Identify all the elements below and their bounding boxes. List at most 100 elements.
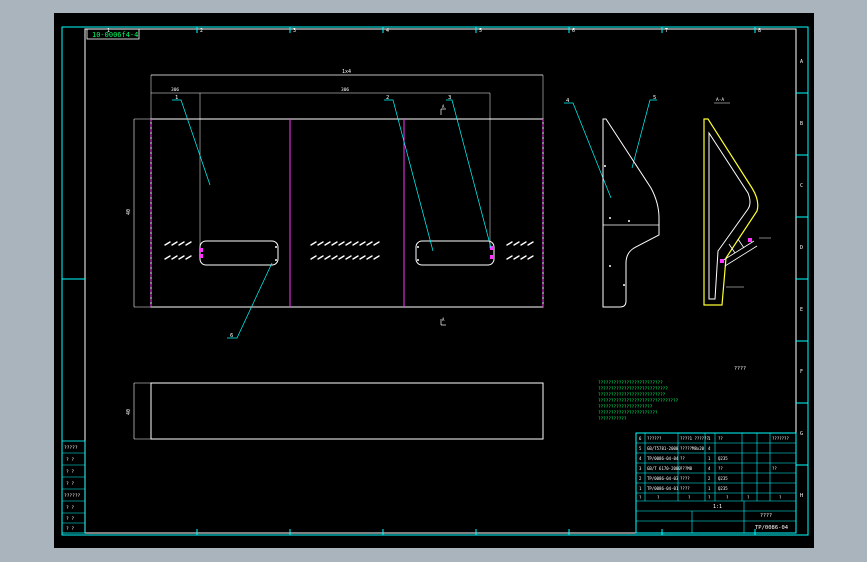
note-line: ????????????????????? [598, 404, 653, 410]
leader-lines [172, 99, 657, 339]
front-view: 1x4 306 306 40 A A [126, 69, 544, 326]
zone-mark: 4 [386, 28, 389, 34]
tb-cell: ?? [718, 436, 723, 441]
balloon: 3 [448, 95, 451, 101]
tb-cell: ?? [680, 456, 685, 461]
title-block: 6 ?????? ????1 ?????? 1 ?? ??????? 5 GB/… [635, 432, 797, 534]
balloon: 2 [386, 95, 389, 101]
dim-height-front: 40 [126, 209, 132, 215]
tb-cell: ????1 ?????? [680, 436, 709, 441]
slot-right [415, 240, 495, 266]
tb-scale: 1:1 [713, 504, 722, 510]
inner-border [84, 28, 797, 534]
section-bolt [721, 238, 758, 267]
bottom-view: 40 [126, 382, 544, 440]
left-table-cell: ????? [64, 445, 78, 451]
section-view: A-A [703, 97, 771, 306]
tb-cell: ?? [772, 466, 777, 471]
tb-cell: 1 [639, 486, 642, 491]
note-line: ?????????????????????????? [598, 392, 666, 398]
side-view [602, 118, 660, 308]
tb-header: ? [726, 495, 729, 500]
vent-holes-middle [310, 241, 380, 260]
note-line: ????????????????????????? [598, 380, 663, 386]
outer-border [61, 26, 809, 536]
tb-cell: 3 [639, 466, 642, 471]
zone-mark: G [800, 431, 803, 437]
tech-notes: ????????????????????????? ??????????????… [598, 380, 679, 422]
zone-mark: B [800, 121, 803, 127]
tb-cell: Q235 [718, 476, 728, 481]
tb-header: ? [688, 495, 691, 500]
vent-holes-left [164, 241, 192, 260]
tb-cell: GB/T 6170-2000 [647, 466, 681, 471]
tb-cell: 4 [639, 456, 642, 461]
left-table-cell: ? ? [66, 505, 74, 511]
dim-middle-segment: 306 [341, 87, 349, 93]
balloon: 6 [230, 333, 233, 339]
tb-sheet: ???? [760, 513, 772, 519]
zone-mark: 2 [200, 28, 203, 34]
balloon: 5 [653, 95, 656, 101]
note-line: ??????????????????????? [598, 410, 658, 416]
left-table-cell: ? ? [66, 516, 74, 522]
dim-left-segment: 306 [171, 87, 179, 93]
tb-cell: 6 [639, 436, 642, 441]
tb-cell: TP/0086-04-01 [647, 486, 679, 491]
tb-header: ? [657, 495, 660, 500]
left-table-cell: ? ? [66, 481, 74, 487]
tb-cell: Q235 [718, 486, 728, 491]
left-table: ????? ? ? ? ? ? ? ?????? ? ? ? ? ? ? [61, 440, 86, 534]
code-box-text: 10-0006f4-4 [92, 31, 138, 39]
tb-header: ? [708, 495, 711, 500]
tb-cell: GB/T5781-2000 [647, 446, 679, 451]
tb-cell: ?? [718, 466, 723, 471]
dim-height-bottom: 40 [126, 409, 132, 415]
left-table-cell: ?????? [64, 493, 81, 499]
note-line: ??????????????????????????????? [598, 398, 679, 404]
slot-left [199, 240, 279, 266]
tb-header: ? [779, 495, 782, 500]
balloon: 1 [175, 95, 178, 101]
dim-overall: 1x4 [342, 69, 351, 75]
tb-drawing-no: TP/0086-04 [755, 525, 789, 531]
zone-mark: F [800, 369, 803, 375]
tb-cell: 2 [708, 476, 711, 481]
tb-cell: ?????? [647, 436, 662, 441]
tb-cell: 5 [639, 446, 642, 451]
note-line: ??????????? [598, 416, 627, 422]
zone-mark: 7 [665, 28, 668, 34]
tb-cell: 2 [639, 476, 642, 481]
zone-mark: 6 [572, 28, 575, 34]
drawing-sheet: 1 2 3 4 5 6 7 8 A B C D E F G H 10-0006f… [54, 13, 814, 548]
left-table-cell: ? ? [66, 526, 74, 532]
section-letter-top: A [442, 104, 445, 109]
tb-cell: Q235 [718, 456, 728, 461]
left-table-cell: ? ? [66, 457, 74, 463]
side-profile [602, 118, 660, 308]
tb-cell: ???? [680, 486, 690, 491]
zone-mark: C [800, 183, 803, 189]
tb-cell: 1 [708, 436, 711, 441]
tb-cell: ??????? [772, 436, 789, 441]
section-marker-top [440, 108, 446, 115]
section-letter-bottom: A [442, 317, 445, 322]
zone-mark: 8 [758, 28, 761, 34]
left-table-cell: ? ? [66, 469, 74, 475]
tb-cell: TP/0086-04-03 [647, 476, 679, 481]
tb-cell: 1 [708, 456, 711, 461]
section-outer [703, 118, 759, 306]
zone-mark: D [800, 245, 803, 251]
slot-bolt-marks [199, 246, 494, 259]
zone-mark: H [800, 493, 803, 499]
tb-header: ? [747, 495, 750, 500]
tb-cell: 1 [708, 486, 711, 491]
front-plate-outline [150, 118, 544, 308]
tb-cell: ?????M8x20 [680, 446, 705, 451]
cad-drawing: 1 2 3 4 5 6 7 8 A B C D E F G H 10-0006f… [61, 26, 809, 536]
bottom-plate-outline [150, 382, 544, 440]
zone-ticks [62, 27, 808, 535]
tb-header: ? [639, 495, 642, 500]
tb-cell: 4 [708, 466, 711, 471]
zone-mark: E [800, 307, 803, 313]
